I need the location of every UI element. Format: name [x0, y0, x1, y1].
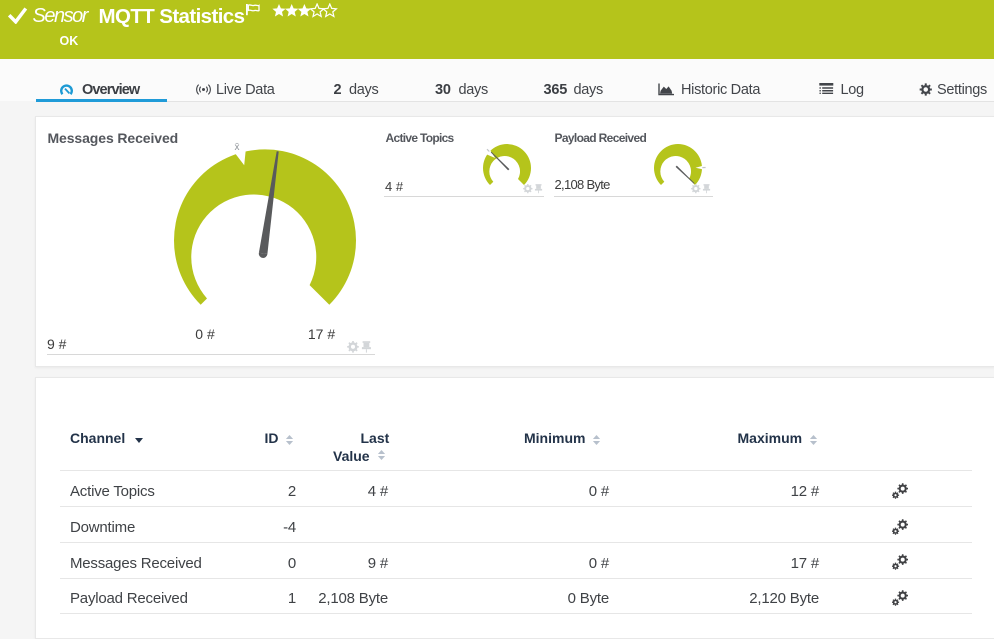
svg-text:x̄: x̄: [235, 142, 240, 153]
